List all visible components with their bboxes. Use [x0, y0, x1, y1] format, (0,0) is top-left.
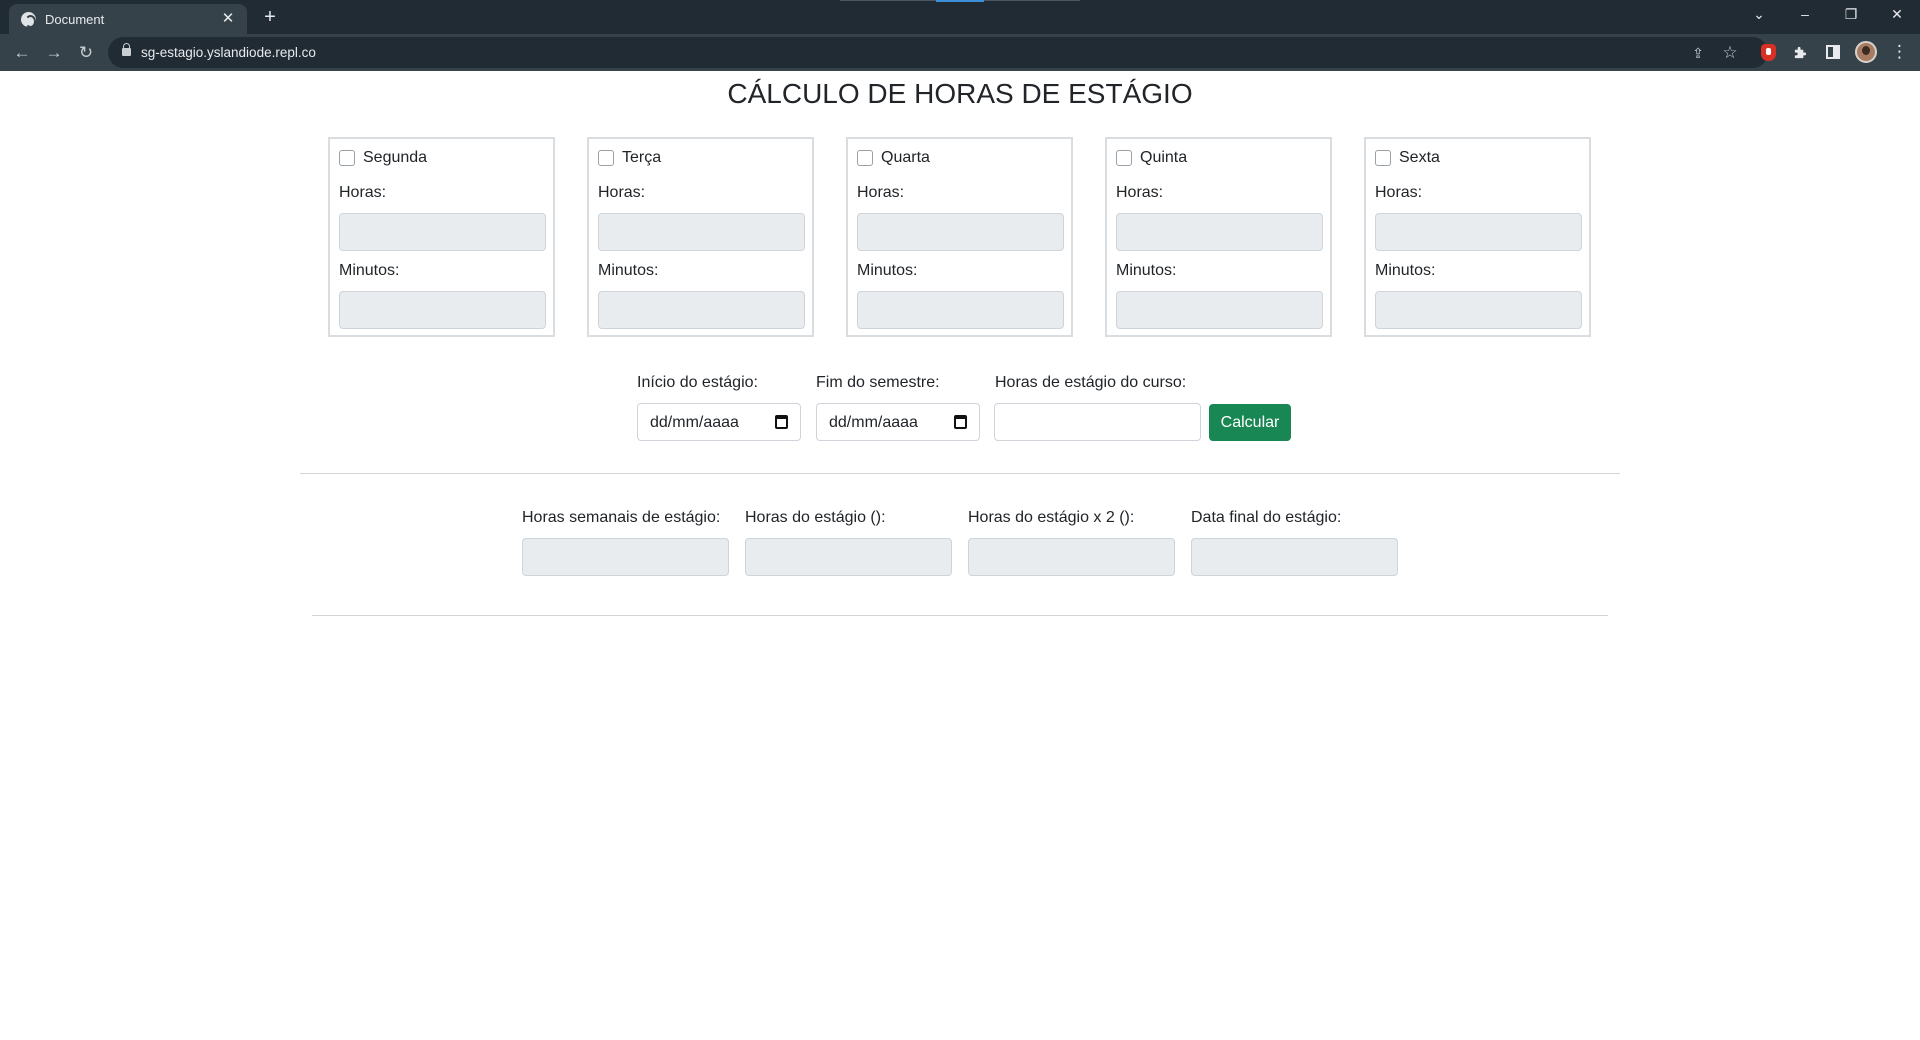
calendar-icon[interactable] [775, 415, 788, 429]
hours-label: Horas: [339, 184, 387, 201]
hours-label: Horas: [1116, 184, 1164, 201]
start-date-label: Início do estágio: [637, 374, 758, 391]
day-name[interactable]: Segunda [363, 149, 427, 167]
extension-red-icon[interactable] [1761, 44, 1776, 61]
date-placeholder: dd/mm/aaaa [829, 414, 918, 431]
star-icon[interactable]: ☆ [1720, 43, 1740, 63]
end-date-result-label: Data final do estágio: [1191, 509, 1342, 526]
day-card-quinta: Quinta Horas: Minutos: [1105, 137, 1332, 337]
divider [312, 615, 1608, 616]
day-checkbox[interactable] [1116, 150, 1132, 166]
hours-label: Horas: [598, 184, 646, 201]
day-checkbox[interactable] [339, 150, 355, 166]
minutes-field [857, 291, 1064, 329]
forward-icon[interactable]: → [41, 40, 67, 66]
hours-label: Horas: [857, 184, 905, 201]
tab-strip-indicator [936, 0, 984, 2]
minimize-button[interactable]: – [1782, 0, 1828, 30]
calendar-icon[interactable] [954, 415, 967, 429]
hours-field [598, 213, 805, 251]
double-hours-label: Horas do estágio x 2 (): [968, 509, 1135, 526]
weekly-hours-label: Horas semanais de estágio: [522, 509, 721, 526]
minutes-field [339, 291, 546, 329]
minutes-field [1116, 291, 1323, 329]
hours-field [1116, 213, 1323, 251]
date-placeholder: dd/mm/aaaa [650, 414, 739, 431]
day-card-terca: Terça Horas: Minutos: [587, 137, 814, 337]
double-hours-field [968, 538, 1175, 576]
end-date-input[interactable]: dd/mm/aaaa [816, 403, 980, 441]
tab-search-icon[interactable]: ⌄ [1736, 0, 1782, 30]
end-date-label: Fim do semestre: [816, 374, 940, 391]
hours-field [857, 213, 1064, 251]
browser-tab[interactable]: Document ✕ [9, 4, 247, 34]
page-title: CÁLCULO DE HORAS DE ESTÁGIO [727, 78, 1193, 109]
end-date-result-field [1191, 538, 1398, 576]
address-bar[interactable]: sg-estagio.yslandiode.repl.co [108, 37, 1768, 68]
share-icon[interactable]: ⇪ [1688, 43, 1708, 63]
day-card-sexta: Sexta Horas: Minutos: [1364, 137, 1591, 337]
lock-icon[interactable] [122, 43, 131, 56]
new-tab-button[interactable]: + [258, 6, 282, 28]
browser-toolbar: ← → ↻ sg-estagio.yslandiode.repl.co ⇪ ☆ … [0, 34, 1920, 71]
day-name[interactable]: Quinta [1140, 149, 1187, 167]
browser-tab-bar: Document ✕ + ⌄ – ❐ ✕ [0, 0, 1920, 34]
hours-field [339, 213, 546, 251]
total-hours-field [745, 538, 952, 576]
minutes-label: Minutos: [598, 262, 659, 279]
weekly-hours-field [522, 538, 729, 576]
globe-icon [21, 12, 36, 28]
back-icon[interactable]: ← [9, 40, 35, 66]
day-name[interactable]: Terça [622, 149, 661, 167]
day-checkbox[interactable] [857, 150, 873, 166]
divider [300, 473, 1620, 474]
reload-icon[interactable]: ↻ [73, 40, 99, 66]
day-checkbox[interactable] [1375, 150, 1391, 166]
minutes-field [1375, 291, 1582, 329]
close-window-button[interactable]: ✕ [1874, 0, 1920, 30]
day-card-quarta: Quarta Horas: Minutos: [846, 137, 1073, 337]
tab-close-icon[interactable]: ✕ [219, 10, 237, 28]
restore-button[interactable]: ❐ [1828, 0, 1874, 30]
minutes-label: Minutos: [1116, 262, 1177, 279]
day-name[interactable]: Quarta [881, 149, 930, 167]
minutes-field [598, 291, 805, 329]
course-hours-label: Horas de estágio do curso: [995, 374, 1187, 391]
day-checkbox[interactable] [598, 150, 614, 166]
avatar[interactable] [1855, 41, 1877, 63]
url-text[interactable]: sg-estagio.yslandiode.repl.co [141, 45, 316, 60]
calculate-button[interactable]: Calcular [1209, 404, 1291, 441]
day-card-segunda: Segunda Horas: Minutos: [328, 137, 555, 337]
total-hours-label: Horas do estágio (): [745, 509, 886, 526]
minutes-label: Minutos: [857, 262, 918, 279]
course-hours-input[interactable] [994, 403, 1201, 441]
puzzle-icon[interactable] [1793, 45, 1808, 60]
minutes-label: Minutos: [1375, 262, 1436, 279]
hours-field [1375, 213, 1582, 251]
kebab-menu-icon[interactable]: ⋮ [1891, 43, 1908, 63]
minutes-label: Minutos: [339, 262, 400, 279]
tab-title: Document [45, 12, 105, 27]
hours-label: Horas: [1375, 184, 1423, 201]
start-date-input[interactable]: dd/mm/aaaa [637, 403, 801, 441]
side-panel-icon[interactable] [1826, 45, 1840, 59]
day-name[interactable]: Sexta [1399, 149, 1440, 167]
